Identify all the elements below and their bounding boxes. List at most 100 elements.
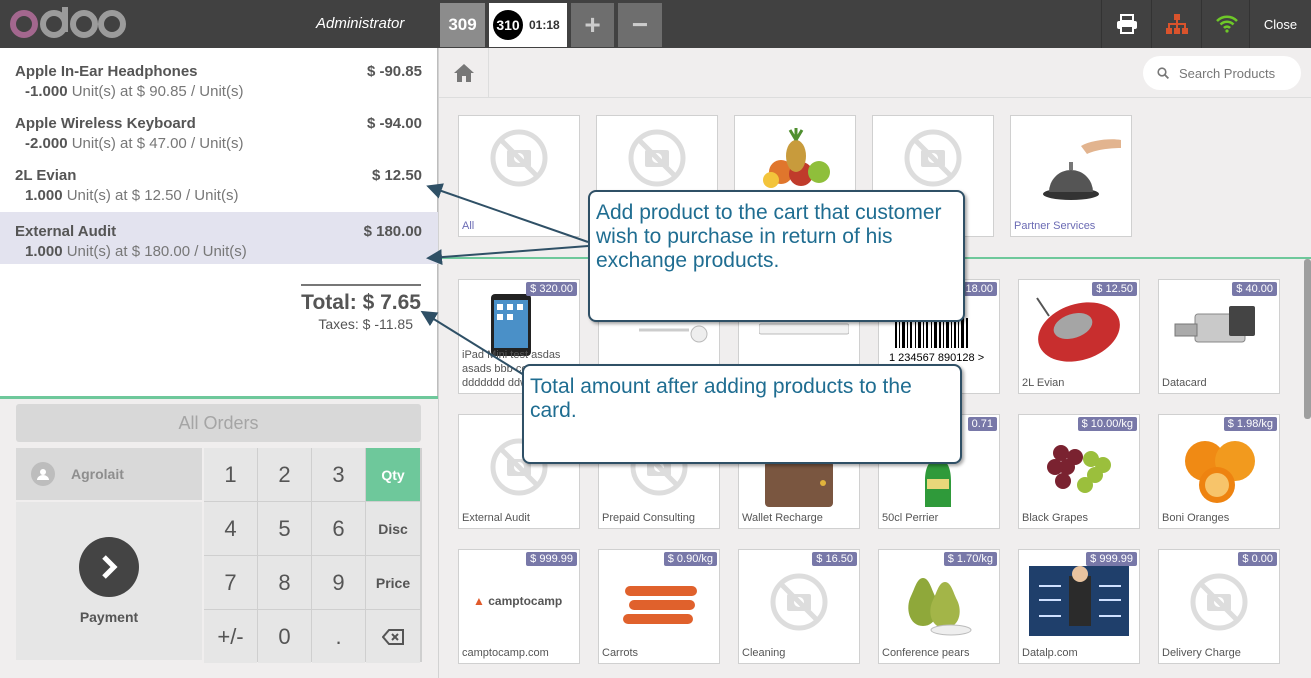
price-tag: $ 999.99 (1086, 552, 1137, 566)
datalp-image (1029, 566, 1129, 636)
camptocamp-logo: ▲ camptocamp (473, 594, 563, 608)
product-name: camptocamp.com (462, 647, 549, 659)
customer-button[interactable]: Agrolait (16, 448, 202, 500)
product-name: Conference pears (882, 647, 970, 659)
remove-order-button[interactable]: − (618, 3, 662, 47)
numpad: 1 2 3 Qty 4 5 6 Disc 7 8 9 Price +/- 0 . (204, 448, 422, 663)
price-mode-button[interactable]: Price (366, 556, 420, 609)
no-image-icon (1190, 573, 1248, 631)
search-input[interactable]: Search Products (1179, 66, 1275, 81)
orderline-qty: -1.000 (25, 83, 68, 100)
fruit-basket-image (763, 128, 830, 188)
numpad-key-6[interactable]: 6 (312, 502, 365, 555)
home-button[interactable] (439, 48, 489, 98)
product-name: Carrots (602, 647, 639, 659)
order-tab-309[interactable]: 309 (440, 3, 485, 47)
numpad-key-dot[interactable]: . (312, 610, 365, 663)
barcode-number: 1 234567 890128 > (889, 352, 985, 364)
product-tile[interactable]: $ 40.00 Datacard (1158, 279, 1280, 394)
no-image-icon (628, 129, 686, 187)
numpad-key-plusminus[interactable]: +/- (204, 610, 257, 663)
payment-button[interactable]: Payment (16, 502, 202, 660)
product-name: Boni Oranges (1162, 512, 1230, 524)
breadcrumb-bar: Search Products (439, 48, 1311, 98)
control-panel: All Orders Agrolait Payment 1 2 3 Qty 4 … (0, 399, 438, 678)
orderline-detail: Unit(s) at $ 12.50 / Unit(s) (66, 187, 239, 204)
barcode-image (895, 318, 968, 348)
pears-image (908, 578, 972, 636)
proxy-status-button[interactable] (1151, 0, 1201, 48)
product-tile[interactable]: $ 1.70/kg Conference pears (878, 549, 1000, 664)
numpad-key-0[interactable]: 0 (258, 610, 311, 663)
product-tile[interactable]: $ 0.00 Delivery Charge (1158, 549, 1280, 664)
price-tag: $ 1.98/kg (1223, 417, 1277, 431)
product-tile[interactable]: $ 0.90/kg Carrots (598, 549, 720, 664)
order-number-badge: 310 (493, 10, 523, 40)
oranges-image (1185, 441, 1255, 503)
orderline-selected[interactable]: External Audit $ 180.00 1.000 Unit(s) at… (0, 212, 438, 264)
numpad-key-9[interactable]: 9 (312, 556, 365, 609)
numpad-key-1[interactable]: 1 (204, 448, 257, 501)
carrots-image (623, 586, 697, 624)
wallet-image (765, 461, 833, 507)
connection-status-button[interactable] (1201, 0, 1251, 48)
scrollbar[interactable] (1304, 259, 1311, 419)
price-tag: $ 40.00 (1232, 282, 1277, 296)
price-tag: $ 16.50 (812, 552, 857, 566)
home-icon (453, 64, 474, 82)
numpad-key-4[interactable]: 4 (204, 502, 257, 555)
product-tile[interactable]: $ 16.50 Cleaning (738, 549, 860, 664)
category-tile[interactable]: Partner Services (1010, 115, 1132, 237)
orderline[interactable]: Apple Wireless Keyboard $ -94.00 -2.000 … (0, 104, 438, 156)
close-button[interactable]: Close (1249, 0, 1311, 48)
product-screen: Search Products All Partner Services $ 3… (439, 48, 1311, 678)
product-tile[interactable]: $ 10.00/kg Black Grapes (1018, 414, 1140, 529)
price-tag: $ 320.00 (526, 282, 577, 296)
orderline-qty: 1.000 (25, 243, 63, 260)
no-image-icon (770, 573, 828, 631)
backspace-button[interactable] (366, 610, 420, 663)
search-box[interactable]: Search Products (1143, 56, 1301, 90)
numpad-key-2[interactable]: 2 (258, 448, 311, 501)
product-tile[interactable]: $ 12.50 2L Evian (1018, 279, 1140, 394)
all-orders-button[interactable]: All Orders (16, 404, 421, 442)
orderline-info: -1.000 Unit(s) at $ 90.85 / Unit(s) (15, 83, 422, 100)
keyboard-image (759, 323, 849, 335)
numpad-key-5[interactable]: 5 (258, 502, 311, 555)
camptocamp-logo-text: camptocamp (488, 594, 563, 608)
print-button[interactable] (1101, 0, 1151, 48)
numpad-key-7[interactable]: 7 (204, 556, 257, 609)
orderline-qty: 1.000 (25, 187, 63, 204)
numpad-key-3[interactable]: 3 (312, 448, 365, 501)
top-bar: Administrator 309 310 01:18 + − Close (0, 0, 1311, 48)
payment-label: Payment (79, 609, 139, 625)
product-name: Wallet Recharge (742, 512, 823, 524)
orderline-name: 2L Evian (15, 167, 77, 184)
price-tag: $ 999.99 (526, 552, 577, 566)
numpad-key-8[interactable]: 8 (258, 556, 311, 609)
product-name: 2L Evian (1022, 377, 1065, 389)
product-tile[interactable]: $ 1.98/kg Boni Oranges (1158, 414, 1280, 529)
wifi-icon (1215, 15, 1238, 33)
no-image-icon (490, 129, 548, 187)
orderline[interactable]: 2L Evian $ 12.50 1.000 Unit(s) at $ 12.5… (0, 156, 438, 208)
orderline-name: External Audit (15, 223, 117, 240)
category-label: Partner Services (1014, 220, 1096, 232)
product-tile[interactable]: ▲ camptocamp $ 999.99 camptocamp.com (458, 549, 580, 664)
order-taxes: Taxes: $ -11.85 (318, 316, 413, 332)
product-name: Prepaid Consulting (602, 512, 695, 524)
product-name: Cleaning (742, 647, 786, 659)
disc-mode-button[interactable]: Disc (366, 502, 420, 555)
orderline[interactable]: Apple In-Ear Headphones $ -90.85 -1.000 … (0, 52, 438, 104)
category-tile[interactable]: All (458, 115, 580, 237)
qty-mode-button[interactable]: Qty (366, 448, 420, 501)
order-total: Total: $ 7.65 (301, 291, 421, 314)
orderline-name: Apple In-Ear Headphones (15, 63, 198, 80)
orderline-name: Apple Wireless Keyboard (15, 115, 196, 132)
price-tag: 18.00 (961, 282, 997, 296)
product-name: Delivery Charge (1162, 647, 1241, 659)
order-tab-310[interactable]: 310 01:18 (489, 3, 567, 47)
add-order-button[interactable]: + (571, 3, 614, 47)
product-name: External Audit (462, 512, 530, 524)
product-tile[interactable]: $ 999.99 Datalp.com (1018, 549, 1140, 664)
